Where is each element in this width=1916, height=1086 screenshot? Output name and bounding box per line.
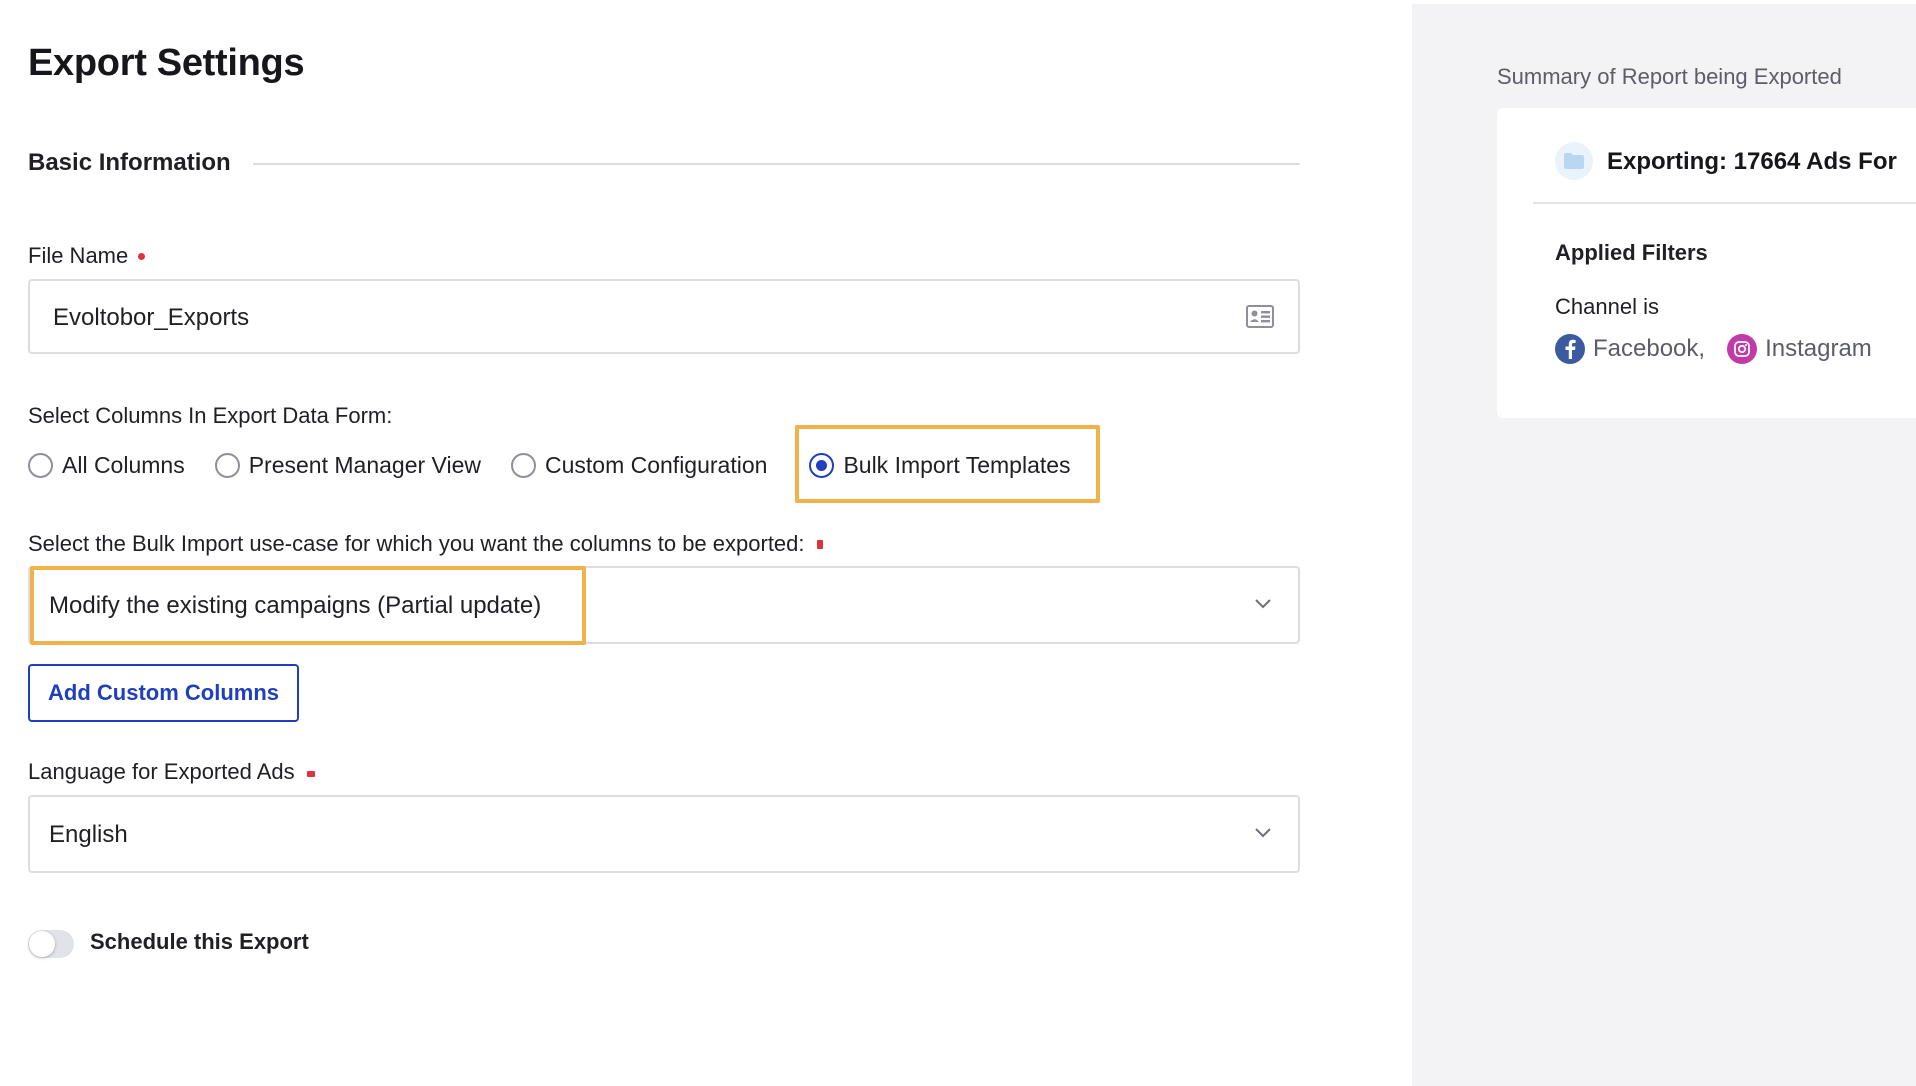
bulk-usecase-label: Select the Bulk Import use-case for whic… — [28, 531, 823, 557]
columns-radio-group: All Columns Present Manager View Custom … — [28, 450, 1101, 480]
schedule-label: Schedule this Export — [90, 929, 309, 954]
radio-button[interactable] — [510, 452, 536, 478]
summary-card-header: Exporting: 17664 Ads For — [1533, 108, 1916, 204]
radio-bulk-import-templates[interactable]: Bulk Import Templates — [809, 450, 1071, 480]
radio-button-selected[interactable] — [809, 452, 835, 478]
section-label: Basic Information — [28, 149, 231, 176]
radio-all-columns[interactable]: All Columns — [28, 450, 185, 480]
language-value: English — [49, 821, 128, 848]
add-custom-columns-button[interactable]: Add Custom Columns — [28, 664, 299, 722]
basic-information-section: Basic Information — [28, 148, 1300, 178]
radio-button[interactable] — [214, 452, 240, 478]
language-select[interactable]: English — [28, 795, 1300, 873]
contact-card-icon[interactable] — [1246, 305, 1274, 328]
export-settings-panel: Export Settings Basic Information File N… — [0, 0, 1412, 1086]
radio-button[interactable] — [28, 452, 53, 478]
schedule-toggle[interactable] — [28, 930, 74, 958]
folder-icon — [1555, 142, 1593, 180]
export-summary-panel: Summary of Report being Exported Exporti… — [1412, 4, 1916, 1086]
required-indicator — [306, 771, 315, 777]
chevron-down-icon[interactable] — [1254, 598, 1272, 610]
chevron-down-icon[interactable] — [1254, 827, 1272, 839]
columns-label: Select Columns In Export Data Form: — [28, 403, 393, 428]
summary-card: Exporting: 17664 Ads For Applied Filters… — [1497, 108, 1916, 418]
radio-present-manager-view[interactable]: Present Manager View — [214, 450, 481, 480]
channel-facebook: Facebook, — [1593, 335, 1706, 362]
page-title: Export Settings — [28, 42, 305, 84]
summary-card-title: Exporting: 17664 Ads For — [1607, 148, 1897, 175]
bulk-usecase-select[interactable]: Modify the existing campaigns (Partial u… — [28, 566, 1300, 644]
radio-custom-configuration[interactable]: Custom Configuration — [510, 450, 767, 480]
required-indicator — [138, 252, 146, 260]
channel-filter-label: Channel is — [1555, 294, 1659, 319]
section-divider — [252, 163, 1300, 165]
required-indicator — [816, 539, 823, 549]
channel-list: Facebook, Instagram — [1555, 332, 1894, 366]
bulk-usecase-value: Modify the existing campaigns (Partial u… — [49, 592, 542, 619]
applied-filters-label: Applied Filters — [1555, 240, 1708, 265]
file-name-value[interactable]: Evoltobor_Exports — [53, 304, 249, 332]
file-name-input[interactable]: Evoltobor_Exports — [28, 279, 1300, 354]
summary-title: Summary of Report being Exported — [1497, 64, 1842, 89]
instagram-icon — [1727, 334, 1758, 364]
file-name-label: File Name — [28, 243, 146, 269]
facebook-icon — [1555, 334, 1585, 364]
channel-instagram: Instagram — [1765, 335, 1872, 362]
toggle-knob[interactable] — [29, 931, 55, 957]
language-label: Language for Exported Ads — [28, 759, 315, 785]
